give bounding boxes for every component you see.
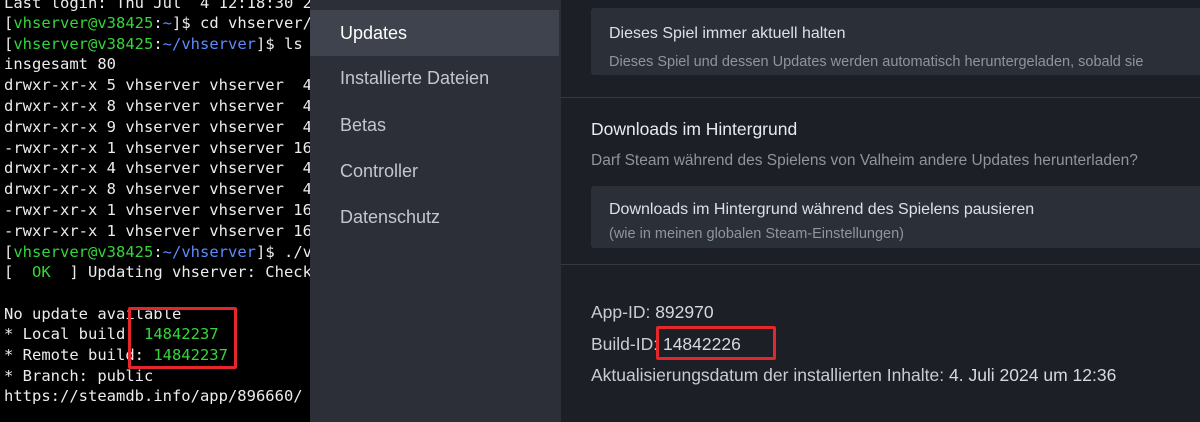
sidebar-item-updates[interactable]: Updates [310, 10, 559, 56]
terminal-window[interactable]: Last login: Thu Jul 4 12:18:30 20 [vhser… [0, 0, 310, 422]
terminal-line-last-login: Last login: Thu Jul 4 12:18:30 20 [4, 0, 310, 12]
sidebar-item-privacy[interactable]: Datenschutz [310, 194, 559, 240]
terminal-line-branch: * Branch: public [4, 367, 154, 385]
auto-update-title: Dieses Spiel immer aktuell halten [609, 25, 846, 42]
terminal-line-run: [vhserver@v38425:~/vhserver]$ ./vhse [4, 243, 310, 261]
app-id-value: 892970 [655, 302, 714, 322]
background-downloads-option-title: Downloads im Hintergrund während des Spi… [609, 201, 1035, 218]
terminal-line-url: https://steamdb.info/app/896660/ [4, 387, 303, 405]
terminal-line-ls: [vhserver@v38425:~/vhserver]$ ls -la [4, 35, 303, 53]
steam-updates-panel: Dieses Spiel immer aktuell halten Dieses… [561, 0, 1200, 422]
background-downloads-heading: Downloads im Hintergrund [591, 119, 798, 139]
update-date-line: Aktualisierungsdatum der installierten I… [591, 365, 1117, 385]
auto-update-dropdown[interactable]: Dieses Spiel immer aktuell halten Dieses… [591, 8, 1200, 75]
app-id-line: App-ID: 892970 [591, 302, 714, 322]
sidebar-item-betas[interactable]: Betas [310, 102, 559, 148]
auto-update-subtitle: Dieses Spiel und dessen Updates werden a… [609, 54, 1144, 70]
background-downloads-description: Darf Steam während des Spielens von Valh… [591, 152, 1138, 169]
highlight-box-build-id [656, 326, 776, 360]
terminal-listing-row: drwxr-xr-x 5 vhserver vhserver 40 [4, 76, 310, 94]
terminal-listing-row: drwxr-xr-x 9 vhserver vhserver 40 [4, 118, 310, 136]
background-downloads-dropdown[interactable]: Downloads im Hintergrund während des Spi… [591, 186, 1200, 248]
terminal-line-cd: [vhserver@v38425:~]$ cd vhserver/ [4, 14, 310, 32]
section-divider [561, 264, 1200, 265]
update-date-value: 4. Juli 2024 um 12:36 [948, 365, 1117, 385]
background-downloads-option-sub: (wie in meinen globalen Steam-Einstellun… [609, 226, 904, 242]
steam-properties-window: Updates Installierte Dateien Betas Contr… [310, 0, 1200, 422]
steam-properties-sidebar: Updates Installierte Dateien Betas Contr… [310, 0, 561, 422]
section-divider [561, 97, 1200, 98]
terminal-listing-row: drwxr-xr-x 4 vhserver vhserver 40 [4, 159, 310, 177]
highlight-box-terminal-builds [128, 307, 237, 369]
sidebar-item-installed-files[interactable]: Installierte Dateien [310, 55, 559, 101]
terminal-line-total: insgesamt 80 [4, 55, 116, 73]
terminal-listing-row: -rwxr-xr-x 1 vhserver vhserver 166 [4, 222, 310, 240]
terminal-line-updating: [ OK ] Updating vhserver: Checki [4, 263, 310, 281]
sidebar-item-controller[interactable]: Controller [310, 148, 559, 194]
terminal-listing-row: -rwxr-xr-x 1 vhserver vhserver 166 [4, 201, 310, 219]
terminal-listing-row: drwxr-xr-x 8 vhserver vhserver 40 [4, 97, 310, 115]
terminal-listing-row: -rwxr-xr-x 1 vhserver vhserver 166 [4, 139, 310, 157]
terminal-listing-row: drwxr-xr-x 8 vhserver vhserver 40 [4, 180, 310, 198]
